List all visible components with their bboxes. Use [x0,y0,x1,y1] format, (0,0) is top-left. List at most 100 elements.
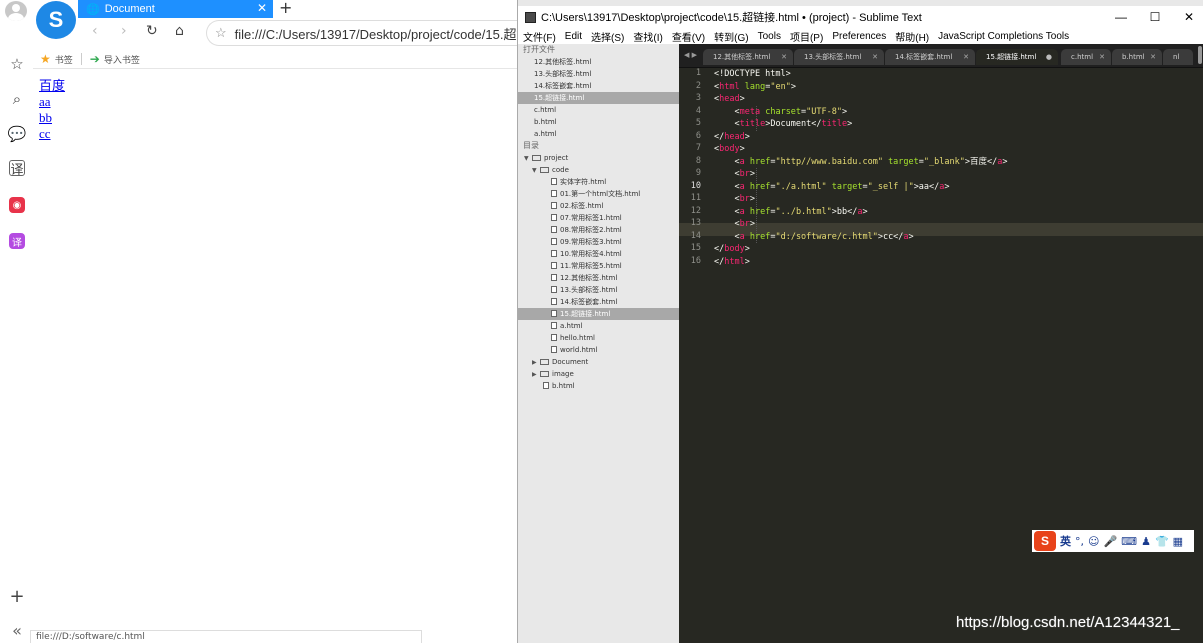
user-icon[interactable]: ♟ [1141,535,1151,548]
search-icon[interactable]: ⌕ [7,89,27,109]
star-icon[interactable]: ☆ [7,54,27,74]
ime-toolbar[interactable]: S 英 °, ☺ 🎤 ⌨ ♟ 👕 ▦ [1032,530,1194,552]
toolbox-icon[interactable]: ▦ [1173,535,1183,548]
code-editor[interactable]: ◀ ▶ 12.其他标签.html ✕ 13.头部标签.html ✕ 14.标签嵌套.… [679,44,1203,643]
import-bookmarks-label[interactable]: 导入书签 [104,53,140,66]
close-window-button[interactable]: ✕ [1174,6,1203,28]
address-bar[interactable]: ☆ file:///C:/Users/13917/Desktop/project… [206,20,517,46]
tree-file[interactable]: a.html [518,320,679,332]
tree-file[interactable]: 14.标签嵌套.html [518,296,679,308]
close-icon[interactable]: ✕ [872,49,878,65]
menu-js-completions[interactable]: JavaScript Completions Tools [938,31,1069,42]
tree-file-active[interactable]: 15.超链接.html [518,308,679,320]
menu-selection[interactable]: 选择(S) [591,29,624,44]
bookmark-star-icon[interactable]: ☆ [215,25,227,41]
file-icon [551,298,557,305]
tree-file[interactable]: world.html [518,344,679,356]
tree-file[interactable]: 10.常用标签4.html [518,248,679,260]
tree-folder[interactable]: ▼ project [518,152,679,164]
tree-file[interactable]: hello.html [518,332,679,344]
app-red-icon[interactable]: ◉ [9,197,25,213]
menu-bar: 文件(F) Edit 选择(S) 查找(I) 查看(V) 转到(G) Tools… [518,28,1203,44]
add-icon[interactable]: + [7,586,27,607]
menu-edit[interactable]: Edit [565,31,582,42]
link-baidu[interactable]: 百度 [39,78,65,94]
open-file-item[interactable]: 14.标签嵌套.html [518,80,679,92]
divider [80,53,82,65]
scrollbar[interactable] [1198,46,1202,64]
microphone-icon[interactable]: 🎤 [1103,535,1117,548]
line-number: 11 [690,193,701,203]
tree-folder[interactable]: ▶ Document [518,356,679,368]
open-file-item-active[interactable]: 15.超链接.html [518,92,679,104]
file-icon [551,202,557,209]
tree-file[interactable]: b.html [518,380,679,392]
folder-open-icon [532,155,541,161]
file-icon [543,382,549,389]
editor-tab[interactable]: nl [1163,49,1193,65]
tab-scroll-arrows-icon[interactable]: ◀ ▶ [684,51,697,59]
open-file-item[interactable]: 12.其他标签.html [518,56,679,68]
forward-button[interactable]: › [121,23,127,39]
translate-icon[interactable]: 译 [9,160,25,178]
punctuation-icon[interactable]: °, [1075,535,1084,548]
close-icon[interactable]: ✕ [257,1,267,15]
tree-file[interactable]: 09.常用标签3.html [518,236,679,248]
collapse-icon[interactable]: « [7,620,27,640]
code-text[interactable]: <!DOCTYPE html> <html lang="en"> <head> … [714,68,1203,268]
close-icon[interactable]: ✕ [1099,49,1105,65]
tree-folder[interactable]: ▶ image [518,368,679,380]
editor-tab[interactable]: 12.其他标签.html ✕ [703,49,793,65]
bookmark-label[interactable]: 书签 [55,53,73,66]
menu-view[interactable]: 查看(V) [672,29,705,44]
tab-document[interactable]: 🌐 Document ✕ [78,0,273,18]
tree-file[interactable]: 11.常用标签5.html [518,260,679,272]
menu-goto[interactable]: 转到(G) [714,29,748,44]
menu-file[interactable]: 文件(F) [523,29,556,44]
close-icon[interactable]: ✕ [1150,49,1156,65]
link-aa[interactable]: aa [39,94,65,110]
keyboard-icon[interactable]: ⌨ [1121,535,1137,548]
ime-mode-label[interactable]: 英 [1060,533,1071,549]
minimize-button[interactable]: — [1106,6,1136,28]
reload-button[interactable]: ↻ [146,23,158,39]
chat-icon[interactable]: 💬 [7,124,27,144]
app-purple-icon[interactable]: 译 [9,233,25,249]
editor-tab-active[interactable]: 15.超链接.html ● [976,49,1058,65]
emoji-icon[interactable]: ☺ [1088,535,1099,548]
link-bb[interactable]: bb [39,110,65,126]
editor-tab[interactable]: c.html ✕ [1061,49,1111,65]
tree-file[interactable]: 实体字符.html [518,176,679,188]
tree-folder[interactable]: ▼ code [518,164,679,176]
avatar[interactable] [5,1,27,21]
new-tab-button[interactable]: + [279,0,292,17]
open-file-item[interactable]: a.html [518,128,679,140]
home-button[interactable]: ⌂ [175,23,184,39]
menu-preferences[interactable]: Preferences [832,31,886,42]
editor-tab[interactable]: 13.头部标签.html ✕ [794,49,884,65]
tree-file[interactable]: 02.标签.html [518,200,679,212]
link-cc[interactable]: cc [39,126,65,142]
file-icon [551,262,557,269]
modified-dot-icon[interactable]: ● [1046,49,1052,65]
maximize-button[interactable]: ☐ [1140,6,1170,28]
editor-tab[interactable]: 14.标签嵌套.html ✕ [885,49,975,65]
menu-tools[interactable]: Tools [758,31,781,42]
tree-file[interactable]: 01.第一个html文档.html [518,188,679,200]
menu-find[interactable]: 查找(I) [633,29,662,44]
skin-icon[interactable]: 👕 [1155,535,1169,548]
menu-project[interactable]: 项目(P) [790,29,823,44]
browser-sidebar: ☆ ⌕ 💬 译 ◉ 译 + « [0,0,33,643]
tree-file[interactable]: 12.其他标签.html [518,272,679,284]
open-file-item[interactable]: c.html [518,104,679,116]
tree-file[interactable]: 13.头部标签.html [518,284,679,296]
open-file-item[interactable]: 13.头部标签.html [518,68,679,80]
editor-tab[interactable]: b.html ✕ [1112,49,1162,65]
tree-file[interactable]: 07.常用标签1.html [518,212,679,224]
back-button[interactable]: ‹ [92,23,98,39]
close-icon[interactable]: ✕ [781,49,787,65]
menu-help[interactable]: 帮助(H) [895,29,929,44]
open-file-item[interactable]: b.html [518,116,679,128]
close-icon[interactable]: ✕ [963,49,969,65]
tree-file[interactable]: 08.常用标签2.html [518,224,679,236]
